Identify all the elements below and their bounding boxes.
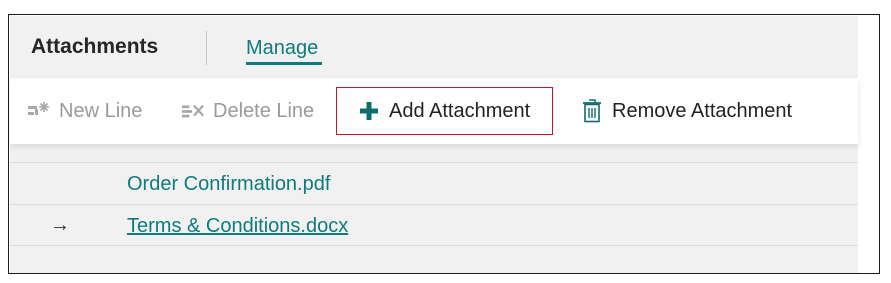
new-line-icon	[27, 99, 51, 123]
add-attachment-label: Add Attachment	[389, 99, 531, 122]
attachments-frame: Attachments Manage New Line Delete Line …	[8, 14, 880, 274]
list-item[interactable]: Order Confirmation.pdf	[10, 162, 858, 204]
panel-title: Attachments	[31, 35, 159, 58]
attachment-link[interactable]: Terms & Conditions.docx	[127, 215, 348, 238]
action-toolbar: New Line Delete Line Add Attachment Remo…	[10, 78, 858, 144]
trash-icon	[580, 99, 604, 123]
add-attachment-button[interactable]: Add Attachment	[336, 87, 553, 135]
list-item[interactable]: → Terms & Conditions.docx	[10, 204, 858, 246]
panel-header: Attachments Manage	[10, 16, 858, 78]
attachments-list: Order Confirmation.pdf → Terms & Conditi…	[10, 162, 858, 246]
new-line-button[interactable]: New Line	[27, 78, 142, 144]
current-row-arrow-icon: →	[50, 214, 70, 236]
remove-attachment-label: Remove Attachment	[612, 99, 793, 122]
remove-attachment-button[interactable]: Remove Attachment	[580, 78, 792, 144]
plus-icon	[357, 99, 381, 123]
tab-manage-underline	[246, 62, 322, 65]
delete-line-button[interactable]: Delete Line	[181, 78, 314, 144]
new-line-label: New Line	[59, 99, 143, 122]
tab-manage[interactable]: Manage	[246, 37, 318, 60]
attachments-panel: Attachments Manage New Line Delete Line …	[10, 16, 858, 273]
delete-line-label: Delete Line	[213, 99, 315, 122]
header-divider	[206, 31, 207, 65]
delete-line-icon	[181, 99, 205, 123]
attachment-link[interactable]: Order Confirmation.pdf	[127, 173, 330, 196]
